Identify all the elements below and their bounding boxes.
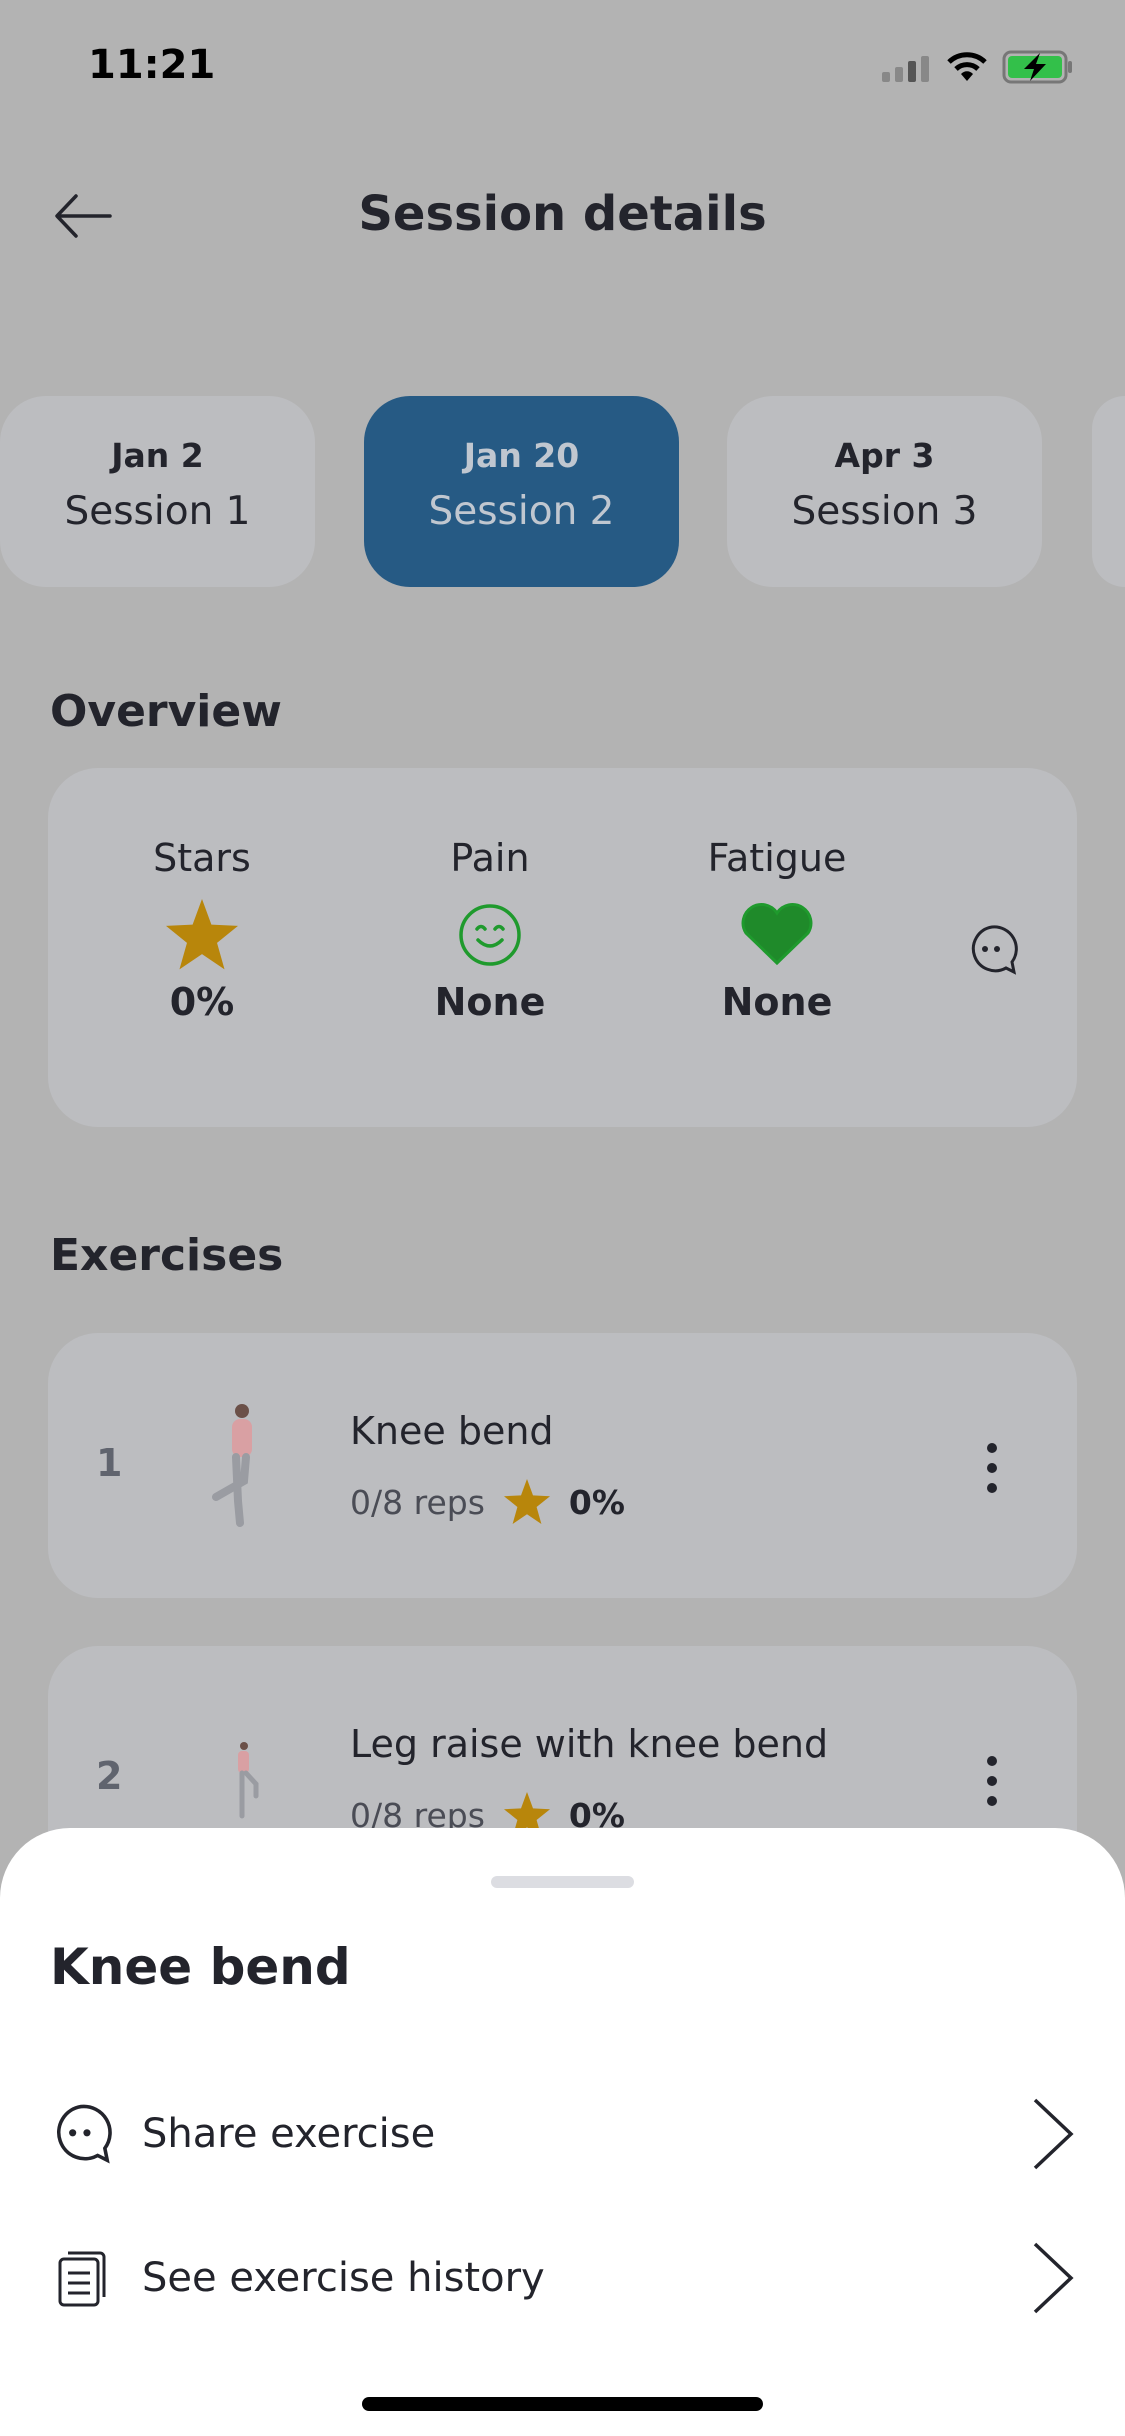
- star-icon: [503, 1479, 550, 1524]
- sheet-drag-handle[interactable]: [491, 1876, 634, 1888]
- smile-face-icon: [459, 904, 521, 966]
- more-options-icon[interactable]: [972, 1756, 1012, 1806]
- fatigue-summary: Fatigue None: [647, 768, 907, 1024]
- comment-icon: [56, 2104, 112, 2164]
- exercise-history-label: See exercise history: [142, 2255, 545, 2301]
- signal-icon: [882, 56, 929, 82]
- exercise-stats: 0/8 reps 0%: [350, 1479, 625, 1525]
- session-label: Session 2: [428, 489, 615, 534]
- session-tab-4[interactable]: [1092, 396, 1125, 587]
- fatigue-value: None: [721, 980, 833, 1024]
- status-time: 11:21: [88, 42, 216, 88]
- fatigue-label: Fatigue: [707, 836, 847, 880]
- pain-label: Pain: [450, 836, 530, 880]
- exercise-thumbnail: [238, 1742, 259, 1819]
- stars-label: Stars: [153, 836, 251, 880]
- session-date: Jan 2: [111, 436, 204, 475]
- session-tab-1[interactable]: Jan 2 Session 1: [0, 396, 315, 587]
- document-history-icon: [58, 2251, 106, 2307]
- session-tab-2[interactable]: Jan 20 Session 2: [364, 396, 679, 587]
- more-options-icon[interactable]: [972, 1443, 1012, 1493]
- exercise-name: Leg raise with knee bend: [350, 1722, 829, 1766]
- stars-summary: Stars 0%: [72, 768, 332, 1024]
- session-date: Apr 3: [834, 436, 935, 475]
- status-icons: [880, 50, 1074, 84]
- chevron-right-icon: [1033, 2098, 1074, 2170]
- page-title: Session details: [358, 186, 767, 242]
- exercise-thumbnail: [212, 1404, 252, 1527]
- overview-card: Stars 0% Pain None Fatigue None: [48, 768, 1077, 1127]
- exercise-history-row[interactable]: See exercise history: [50, 2223, 1075, 2333]
- share-exercise-label: Share exercise: [142, 2111, 436, 2157]
- overview-heading: Overview: [50, 686, 282, 737]
- heart-icon: [741, 903, 813, 966]
- pain-value: None: [434, 980, 546, 1024]
- comment-icon[interactable]: [966, 924, 1018, 976]
- exercise-name: Knee bend: [350, 1409, 554, 1453]
- exercises-heading: Exercises: [50, 1230, 284, 1281]
- sheet-title: Knee bend: [50, 1938, 351, 1996]
- exercise-stars: 0%: [568, 1482, 625, 1522]
- session-label: Session 3: [791, 489, 978, 534]
- wifi-icon: [947, 52, 987, 81]
- star-icon: [166, 899, 238, 970]
- session-label: Session 1: [64, 489, 251, 534]
- chevron-right-icon: [1033, 2242, 1074, 2314]
- exercise-number: 1: [96, 1441, 123, 1485]
- session-date: Jan 20: [463, 436, 580, 475]
- home-indicator: [362, 2397, 763, 2411]
- session-tab-3[interactable]: Apr 3 Session 3: [727, 396, 1042, 587]
- share-exercise-row[interactable]: Share exercise: [50, 2079, 1075, 2189]
- exercise-number: 2: [96, 1754, 123, 1798]
- pain-summary: Pain None: [360, 768, 620, 1024]
- stars-value: 0%: [169, 980, 235, 1024]
- exercise-card-1[interactable]: 1 Knee bend 0/8 reps 0%: [48, 1333, 1077, 1598]
- exercise-reps: 0/8 reps: [350, 1482, 485, 1522]
- battery-charging-icon: [1002, 50, 1072, 84]
